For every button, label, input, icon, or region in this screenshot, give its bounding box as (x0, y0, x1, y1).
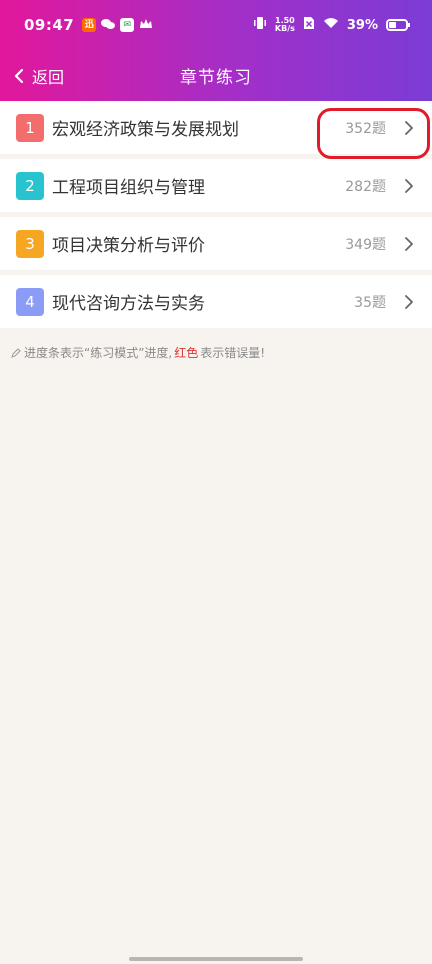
no-sim-icon (303, 16, 315, 34)
app-notification-icon-2: ✉ (120, 18, 135, 32)
page-title: 章节练习 (180, 68, 252, 88)
wifi-icon (323, 17, 339, 33)
app-notification-icon: 迅 (82, 18, 97, 32)
tip-suffix: 表示错误量! (200, 346, 266, 360)
chapter-title: 宏观经济政策与发展规划 (52, 120, 239, 140)
chevron-right-icon (405, 294, 413, 309)
chevron-right-icon (405, 236, 413, 251)
crown-icon (139, 16, 153, 34)
status-right: 1.50 KB/s 39% (253, 16, 410, 34)
vibrate-icon (253, 16, 267, 34)
battery-percent: 39% (346, 17, 378, 33)
status-bar: 09:47 迅 ✉ 1.50 KB/s 39% (0, 0, 432, 50)
home-indicator[interactable] (129, 957, 303, 961)
chapter-row-1[interactable]: 1 宏观经济政策与发展规划 352题 (0, 101, 432, 154)
notification-icons: 迅 ✉ (82, 16, 153, 34)
chapter-row-3[interactable]: 3 项目决策分析与评价 349题 (0, 217, 432, 270)
chapter-list: 1 宏观经济政策与发展规划 352题 2 工程项目组织与管理 282题 3 项目… (0, 101, 432, 333)
top-bar: 09:47 迅 ✉ 1.50 KB/s 39% 返回 章节练习 (0, 0, 432, 101)
nav-bar: 返回 章节练习 (0, 50, 432, 101)
question-count: 349题 (345, 236, 386, 253)
back-button[interactable]: 返回 (14, 50, 64, 101)
status-time: 09:47 (24, 16, 75, 34)
chapter-number-badge: 1 (16, 113, 44, 142)
network-speed: 1.50 KB/s (275, 17, 295, 33)
chapter-row-2[interactable]: 2 工程项目组织与管理 282题 (0, 159, 432, 212)
chapter-title: 工程项目组织与管理 (52, 178, 205, 198)
question-count: 35题 (354, 294, 386, 311)
network-speed-unit: KB/s (274, 24, 295, 33)
chapter-title: 项目决策分析与评价 (52, 236, 205, 256)
chevron-right-icon (405, 120, 413, 135)
question-count: 352题 (345, 120, 386, 137)
chapter-row-4[interactable]: 4 现代咨询方法与实务 35题 (0, 275, 432, 328)
tip-prefix: 进度条表示“练习模式”进度, (24, 346, 173, 360)
chapter-number-badge: 4 (16, 287, 44, 316)
pencil-icon (11, 347, 21, 358)
chevron-right-icon (405, 178, 413, 193)
tip-red-word: 红色 (174, 346, 199, 360)
chapter-title: 现代咨询方法与实务 (52, 294, 205, 314)
chapter-number-badge: 3 (16, 229, 44, 258)
chevron-left-icon (14, 68, 24, 83)
back-label: 返回 (32, 67, 65, 87)
chapter-number-badge: 2 (16, 171, 44, 200)
progress-tip: 进度条表示“练习模式”进度, 红色 表示错误量! (10, 344, 265, 361)
wechat-icon (101, 16, 116, 34)
question-count: 282题 (345, 178, 386, 195)
battery-icon (386, 19, 410, 31)
